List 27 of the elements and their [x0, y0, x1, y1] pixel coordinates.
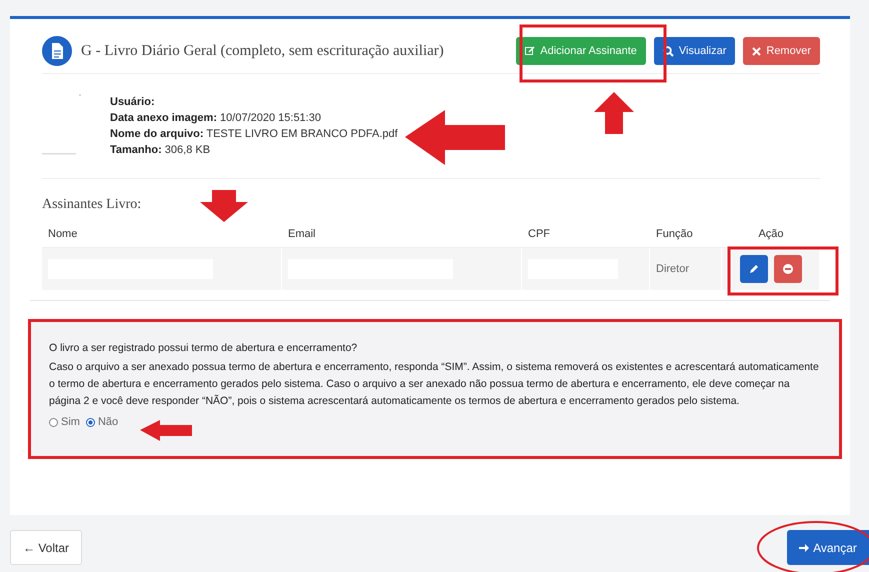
edit-icon	[525, 46, 536, 56]
file-info-line: Data anexo imagem: 10/07/2020 15:51:30	[110, 112, 322, 124]
document-title: G - Livro Diário Geral (completo, sem escrituração auxiliar)	[81, 42, 445, 60]
question-title: O livro a ser registrado possui termo de abertura e encerramento?	[49, 341, 358, 356]
arrow-annotation	[140, 420, 192, 441]
arrow-annotation	[594, 92, 634, 134]
file-info-line: Nome do arquivo: TESTE LIVRO EM BRANCO PDFA.pdf	[110, 128, 398, 140]
arrow-right-icon	[799, 542, 810, 552]
back-button[interactable]: ← Voltar	[10, 530, 82, 565]
remove-signer-button[interactable]	[774, 255, 802, 283]
pencil-icon	[748, 264, 758, 274]
arrow-annotation	[200, 190, 248, 222]
radio-option[interactable]: Não	[86, 416, 118, 428]
file-info-line: Tamanho: 306,8 KB	[110, 144, 212, 156]
edit-button[interactable]	[740, 255, 768, 283]
section-title: Assinantes Livro:	[42, 197, 142, 213]
document-icon	[42, 36, 72, 66]
minus-circle-icon	[782, 264, 792, 274]
radio-option[interactable]: Sim	[49, 416, 80, 428]
close-icon	[752, 46, 762, 56]
file-info-line: Usuário:	[110, 96, 156, 108]
next-button[interactable]: Avançar	[787, 530, 869, 565]
view-button[interactable]: Visualizar	[654, 37, 736, 65]
add-button[interactable]: Adicionar Assinante	[516, 37, 646, 65]
table-cell: Diretor	[656, 263, 690, 275]
remove-button[interactable]: Remover	[743, 37, 820, 65]
question-text: Caso o arquivo a ser anexado possua termo de abertura e encerramento, responda “SIM”. Assim, o sistema removerá os existentes e acrescentará automaticamente o termo de abertura e encerramento gerados pelo sistema. Caso o arquivo a ser anexado não possua termo de abertura e encerramento, ele deve começar na página 2 e você deve responder “NÃO”, pois o sistema acrescentará automaticamente os termos de abertura e encerramento gerados pelo sistema.	[49, 360, 820, 409]
